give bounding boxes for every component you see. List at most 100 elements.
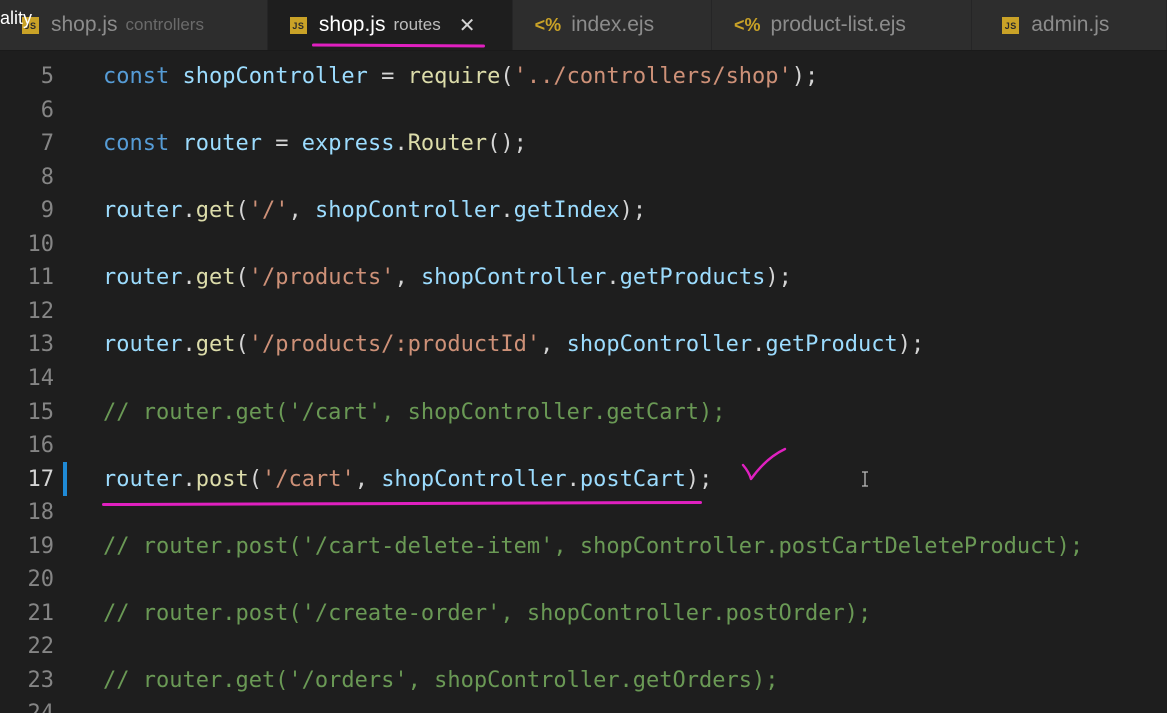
code-token: .	[566, 466, 580, 492]
code-token: get	[195, 198, 236, 224]
modified-line-marker	[63, 462, 67, 496]
code-token: (	[235, 332, 249, 358]
text-cursor-icon	[862, 471, 868, 487]
code-token: // router.post('/cart-delete-item', shop…	[103, 533, 1084, 559]
tab-index-ejs[interactable]: <% index.ejs	[512, 0, 713, 50]
code-token: ();	[487, 131, 527, 157]
code-token: shopController	[381, 466, 567, 492]
code-token: (	[235, 198, 249, 224]
code-text: router.post('/cart', shopController.post…	[103, 463, 712, 497]
tab-label: admin.js	[1031, 13, 1110, 36]
code-text: const router = express.Router();	[103, 127, 527, 161]
line-number: 17	[27, 466, 55, 492]
tab-label: product-list.ejs	[770, 13, 906, 36]
line-number: 6	[40, 97, 54, 123]
code-area[interactable]: 5 const shopController = require('../cont…	[0, 50, 1167, 713]
code-token: const	[103, 131, 170, 157]
code-token: router	[103, 332, 183, 358]
code-text: // router.post('/cart-delete-item', shop…	[103, 530, 1083, 564]
js-file-icon: JS	[289, 16, 307, 34]
code-text: const shopController = require('../contr…	[103, 60, 818, 94]
code-token: .	[182, 265, 196, 291]
code-token: '/products'	[248, 265, 395, 291]
annotation-underline-code	[101, 500, 703, 507]
code-text: router.get('/', shopController.getIndex)…	[103, 194, 646, 228]
code-token: getIndex	[513, 198, 620, 224]
tab-description: controllers	[125, 15, 204, 34]
code-token: get	[195, 265, 236, 291]
code-token: Router	[407, 131, 488, 157]
code-token: .	[182, 466, 196, 492]
line-number: 10	[27, 231, 55, 257]
code-token: );	[619, 198, 647, 224]
code-token: '/products/:productId'	[248, 332, 541, 358]
close-icon[interactable]: ✕	[459, 13, 476, 38]
code-token: // router.post('/create-order', shopCont…	[103, 600, 872, 626]
line-number: 20	[27, 567, 55, 593]
code-token: // router.get('/cart', shopController.ge…	[103, 399, 726, 425]
code-token: ,	[288, 198, 315, 224]
tab-product-list-ejs[interactable]: <% product-list.ejs	[712, 0, 973, 50]
tab-label: index.ejs	[571, 13, 655, 36]
line-number: 12	[27, 298, 55, 324]
code-token: );	[897, 332, 925, 358]
ejs-file-icon: <%	[734, 14, 761, 35]
code-token: .	[500, 198, 514, 224]
code-token: .	[752, 332, 766, 358]
code-editor-window: ality JS shop.js controllers JS shop.js …	[0, 0, 1167, 713]
line-number: 16	[27, 433, 55, 459]
line-number: 11	[27, 265, 55, 291]
tab-admin-js[interactable]: JS admin.js	[972, 0, 1167, 50]
code-token: (	[248, 466, 262, 492]
line-number: 19	[27, 533, 55, 559]
line-number: 15	[27, 399, 55, 425]
line-number: 18	[27, 500, 55, 526]
code-token: ,	[394, 265, 421, 291]
line-number: 5	[40, 64, 54, 89]
line-number: 9	[40, 198, 54, 224]
code-token: express	[301, 131, 395, 157]
tab-shop-js-routes[interactable]: JS shop.js routes ✕	[267, 0, 513, 50]
code-token: =	[261, 131, 302, 157]
code-token: );	[765, 265, 792, 291]
code-token: getProduct	[765, 332, 898, 358]
tab-label: shop.js	[51, 13, 118, 36]
code-token: (	[235, 265, 249, 291]
code-token: shopController	[182, 64, 368, 89]
code-text: // router.post('/create-order', shopCont…	[103, 597, 871, 631]
tab-label: shop.js	[318, 13, 386, 36]
line-number: 24	[0, 697, 55, 713]
line-number: 7	[40, 131, 54, 157]
tab-shop-js-controllers[interactable]: JS shop.js controllers	[0, 0, 268, 50]
code-token: .	[182, 198, 196, 224]
code-token: router	[103, 466, 183, 492]
code-text: router.get('/products', shopController.g…	[103, 261, 792, 295]
code-token: // router.get('/orders', shopController.…	[103, 667, 779, 693]
code-token: shopController	[566, 332, 753, 358]
ejs-file-icon: <%	[534, 14, 562, 35]
code-token: postCart	[579, 466, 686, 492]
code-token: .	[606, 265, 620, 291]
code-text: // router.get('/cart', shopController.ge…	[103, 396, 726, 430]
code-token: '/cart'	[261, 466, 355, 492]
code-token: require	[407, 64, 501, 89]
code-token: );	[685, 466, 713, 492]
code-token: '../controllers/shop'	[513, 64, 792, 89]
code-text: router.get('/products/:productId', shopC…	[103, 328, 924, 362]
code-token: shopController	[420, 265, 607, 291]
code-token: ,	[540, 332, 567, 358]
checkmark-icon	[741, 447, 787, 481]
code-token: .	[394, 131, 408, 157]
line-number: 14	[27, 365, 55, 391]
code-token: .	[182, 332, 196, 358]
line-number: 22	[27, 634, 55, 660]
line-number: 13	[27, 332, 55, 358]
tab-description: routes	[393, 15, 441, 34]
code-token: ,	[354, 466, 382, 492]
code-token: shopController	[314, 198, 501, 224]
code-token: '/'	[248, 198, 289, 224]
code-token: get	[195, 332, 236, 358]
line-number: 23	[27, 667, 55, 693]
